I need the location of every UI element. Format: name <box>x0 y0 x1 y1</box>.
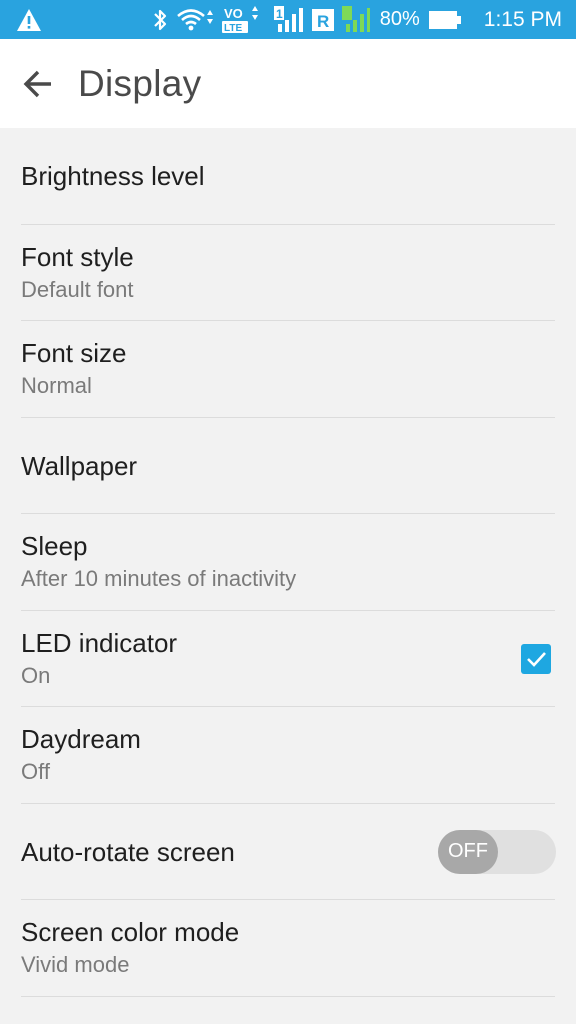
wifi-icon <box>176 7 214 33</box>
setting-screen-color-mode[interactable]: Screen color mode Vivid mode <box>0 900 576 997</box>
setting-title: Daydream <box>21 724 141 755</box>
setting-led-indicator[interactable]: LED indicator On <box>0 611 576 708</box>
led-indicator-checkbox[interactable] <box>521 643 551 674</box>
battery-percent: 80% <box>379 8 420 30</box>
svg-text:VO: VO <box>224 6 243 21</box>
checkmark-icon <box>525 648 547 670</box>
setting-title: LED indicator <box>21 627 178 658</box>
setting-auto-rotate-screen[interactable]: Auto-rotate screen OFF <box>0 804 576 901</box>
setting-title: Font style <box>21 241 134 272</box>
app-bar: Display <box>0 39 576 128</box>
page-title: Display <box>78 62 202 104</box>
bluetooth-icon <box>152 8 168 32</box>
sim1-signal-icon: 1 <box>273 5 304 34</box>
battery-icon <box>428 9 462 31</box>
setting-summary: Off <box>21 759 50 785</box>
setting-font-size[interactable]: Font size Normal <box>0 321 576 418</box>
arrow-back-icon <box>22 68 54 100</box>
auto-rotate-toggle[interactable]: OFF <box>438 829 556 874</box>
setting-title: Font size <box>21 338 127 369</box>
setting-brightness-level[interactable]: Brightness level <box>0 128 576 225</box>
setting-sleep[interactable]: Sleep After 10 minutes of inactivity <box>0 514 576 611</box>
setting-summary: Vivid mode <box>21 952 130 978</box>
settings-list: Brightness level Font style Default font… <box>0 128 576 997</box>
setting-summary: Default font <box>21 276 134 302</box>
setting-summary: After 10 minutes of inactivity <box>21 566 297 592</box>
setting-summary: On <box>21 662 51 688</box>
svg-text:LTE: LTE <box>224 23 242 34</box>
setting-title: Brightness level <box>21 161 205 192</box>
volte-icon: VO LTE <box>221 5 266 35</box>
warning-icon <box>16 8 42 32</box>
setting-summary: Normal <box>21 373 92 399</box>
setting-title: Sleep <box>21 531 88 562</box>
setting-title: Screen color mode <box>21 917 240 948</box>
roaming-icon: R <box>311 8 334 32</box>
toggle-thumb: OFF <box>438 829 498 874</box>
setting-daydream[interactable]: Daydream Off <box>0 707 576 804</box>
status-bar: VO LTE 1 R 80% 1:15 PM <box>0 0 576 39</box>
setting-title: Wallpaper <box>21 450 138 481</box>
setting-wallpaper[interactable]: Wallpaper <box>0 418 576 515</box>
svg-text:1: 1 <box>276 7 283 21</box>
sim2-signal-icon <box>341 5 370 34</box>
setting-font-style[interactable]: Font style Default font <box>0 225 576 322</box>
clock: 1:15 PM <box>483 7 562 31</box>
svg-text:R: R <box>317 12 329 31</box>
back-button[interactable] <box>0 39 76 128</box>
setting-title: Auto-rotate screen <box>21 836 235 867</box>
